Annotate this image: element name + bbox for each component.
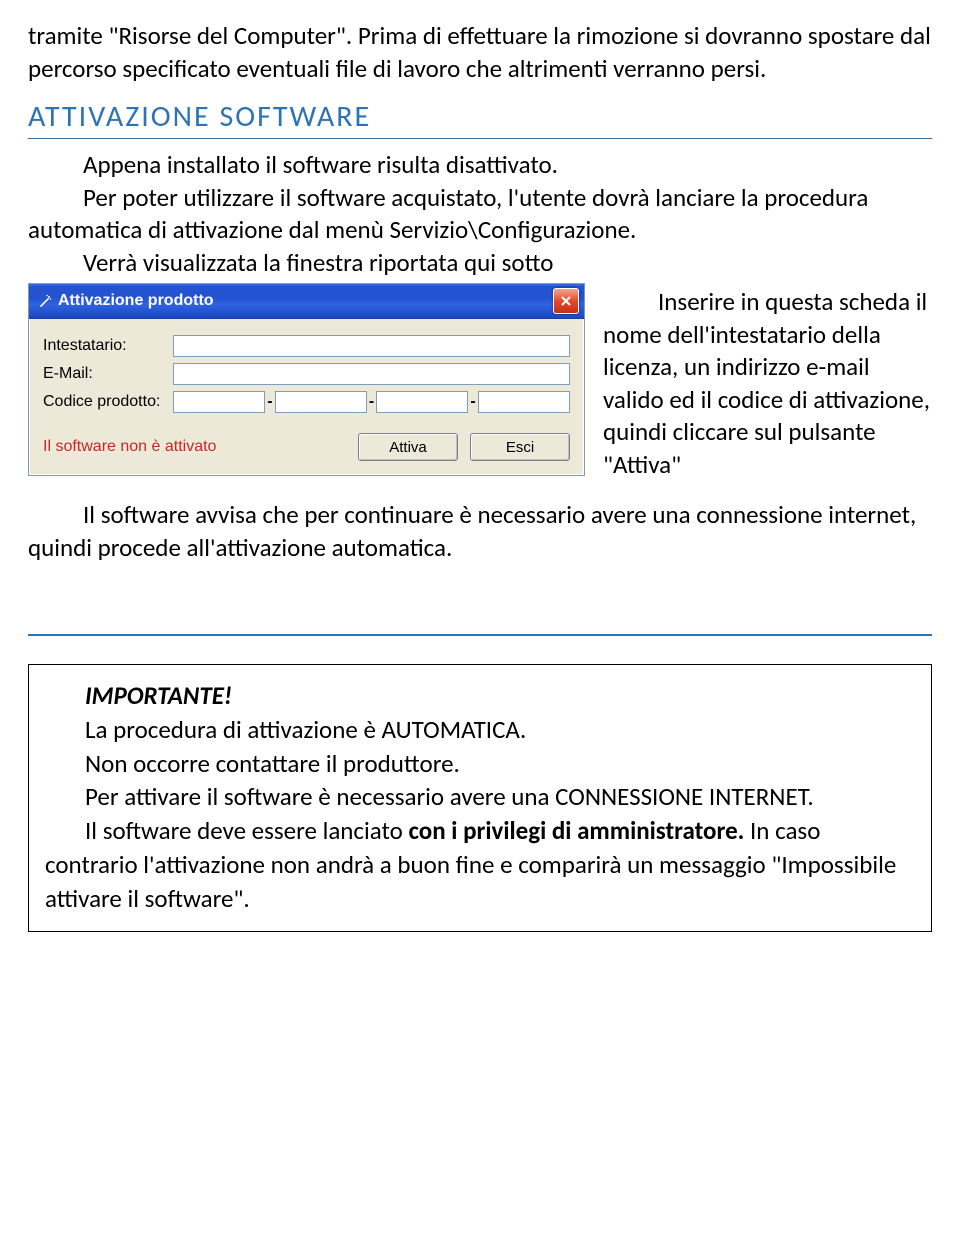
close-button[interactable] — [553, 288, 579, 314]
activation-dialog: Attivazione prodotto Intestatario: E-Mai… — [28, 283, 585, 476]
note-line-4: Il software deve essere lanciato con i p… — [45, 814, 915, 915]
dash-icon: - — [369, 392, 374, 413]
section-line-3: Verrà visualizzata la finestra riportata… — [28, 247, 932, 280]
label-codice: Codice prodotto: — [43, 392, 173, 413]
important-note-box: IMPORTANTE! La procedura di attivazione … — [28, 664, 932, 932]
section-intro: Appena installato il software risulta di… — [28, 149, 932, 182]
side-instructions: Inserire in questa scheda il nome dell'i… — [603, 283, 932, 481]
section-divider — [28, 634, 932, 636]
code-seg-3[interactable] — [376, 391, 468, 413]
note-line-1: La procedura di attivazione è AUTOMATICA… — [45, 713, 915, 747]
note-line-2: Non occorre contattare il produttore. — [45, 747, 915, 781]
dialog-titlebar: Attivazione prodotto — [29, 284, 584, 319]
note-line-3: Per attivare il software è necessario av… — [45, 780, 915, 814]
post-dialog-paragraph: Il software avvisa che per continuare è … — [28, 499, 932, 564]
esci-button[interactable]: Esci — [470, 433, 570, 461]
label-intestatario: Intestatario: — [43, 336, 173, 357]
section-heading-attivazione: ATTIVAZIONE SOFTWARE — [28, 97, 932, 139]
intro-paragraph: tramite "Risorse del Computer". Prima di… — [28, 20, 932, 85]
label-email: E-Mail: — [43, 364, 173, 385]
dialog-title: Attivazione prodotto — [58, 291, 214, 312]
input-intestatario[interactable] — [173, 335, 570, 357]
status-text: Il software non è attivato — [43, 437, 216, 458]
code-seg-1[interactable] — [173, 391, 265, 413]
section-line-2: Per poter utilizzare il software acquist… — [28, 182, 932, 247]
dash-icon: - — [470, 392, 475, 413]
dash-icon: - — [267, 392, 272, 413]
wand-icon — [37, 293, 53, 309]
code-seg-2[interactable] — [275, 391, 367, 413]
product-code-group: - - - — [173, 391, 570, 413]
attiva-button[interactable]: Attiva — [358, 433, 458, 461]
note-title: IMPORTANTE! — [85, 680, 232, 711]
section-line-1: Appena installato il software risulta di… — [28, 149, 932, 182]
dialog-body: Intestatario: E-Mail: Codice prodotto: -… — [29, 319, 584, 475]
code-seg-4[interactable] — [478, 391, 570, 413]
input-email[interactable] — [173, 363, 570, 385]
